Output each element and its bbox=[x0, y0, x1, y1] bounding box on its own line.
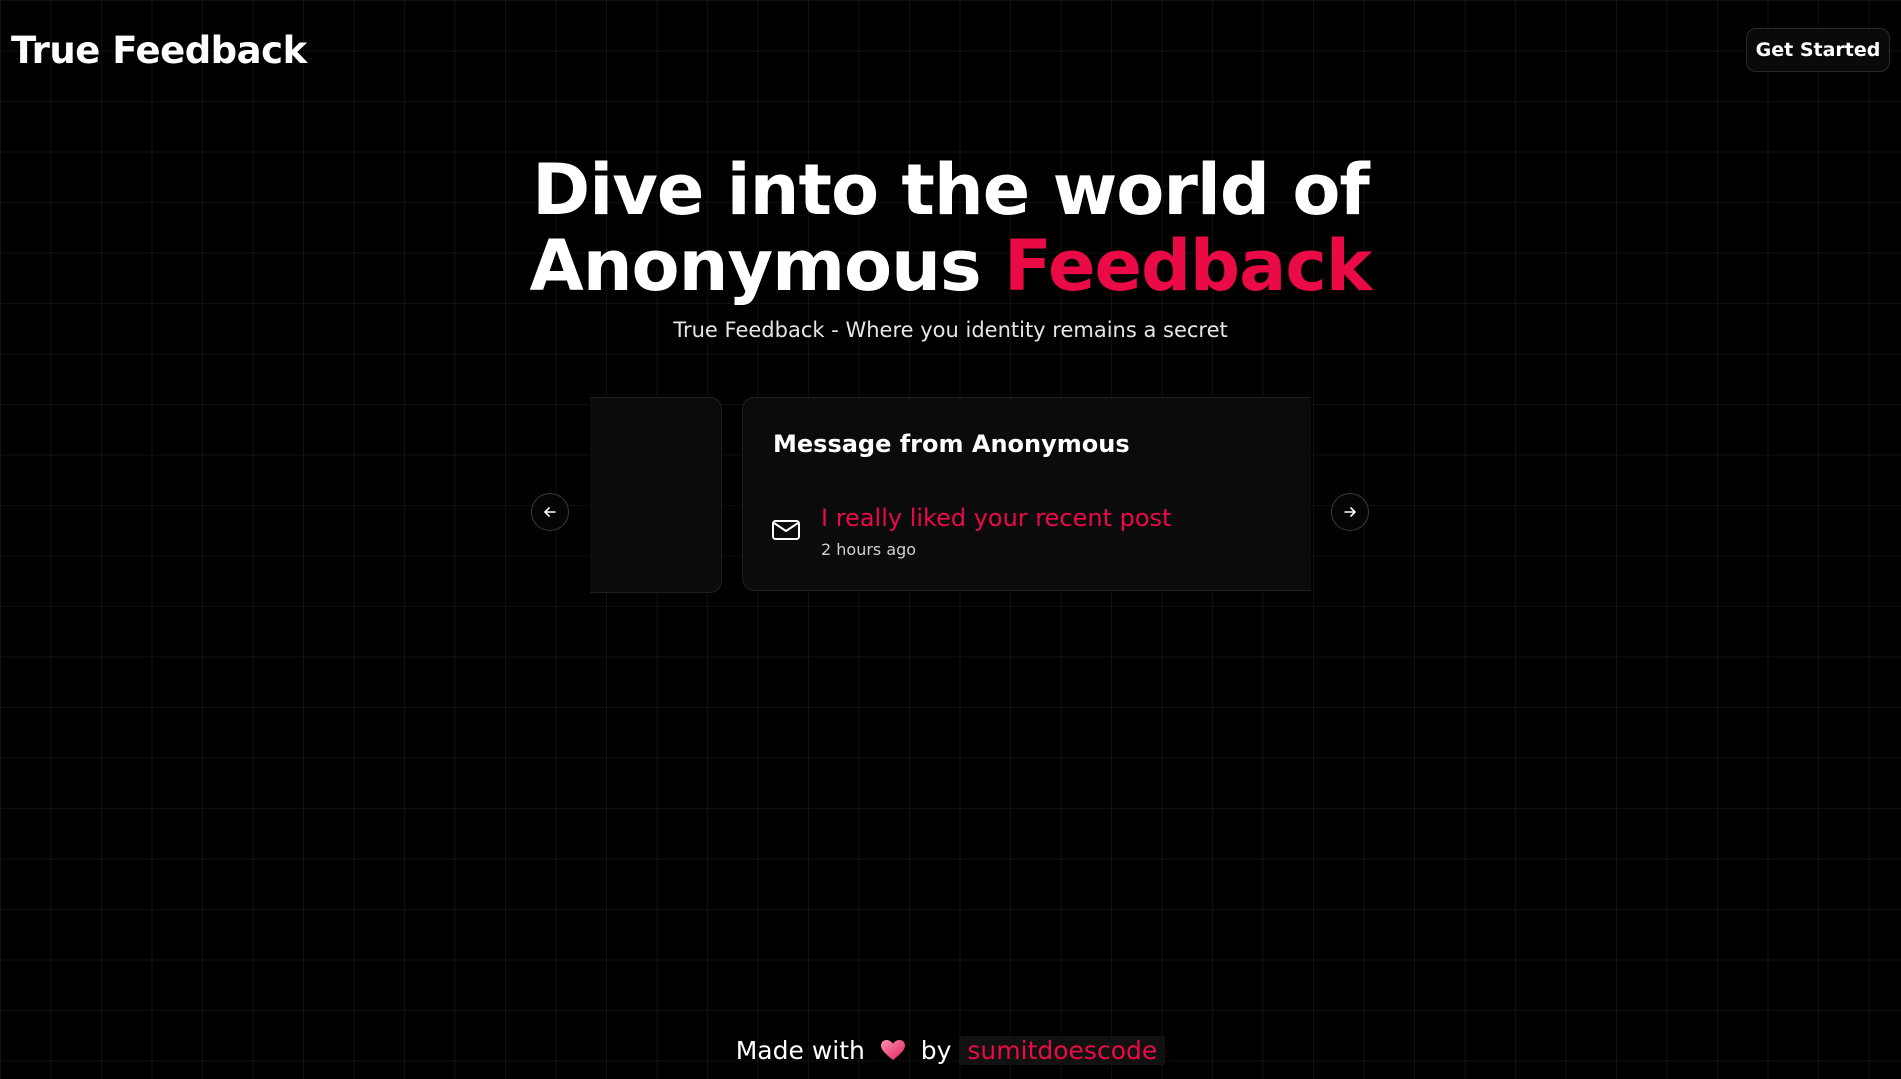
message-text: I really liked your recent post bbox=[821, 504, 1172, 532]
heart-icon bbox=[880, 1040, 905, 1060]
get-started-button[interactable]: Get Started bbox=[1746, 28, 1890, 72]
hero-title-line2-plain: Anonymous bbox=[529, 225, 982, 307]
carousel-prev-button[interactable] bbox=[531, 493, 569, 531]
brand-logo[interactable]: True Feedback bbox=[11, 26, 307, 76]
footer: Made with by sumitdoescode bbox=[0, 1036, 1901, 1065]
hero-title-line1: Dive into the world of bbox=[532, 149, 1370, 231]
hero-title-accent: Feedback bbox=[1004, 225, 1372, 307]
hero-subtitle: True Feedback - Where you identity remai… bbox=[673, 318, 1228, 342]
arrow-right-icon bbox=[1344, 507, 1356, 517]
footer-by: by bbox=[920, 1036, 952, 1065]
message-card: Message from Anonymous I really liked yo… bbox=[742, 397, 1311, 591]
mail-icon bbox=[772, 520, 800, 540]
message-card-title: Message from Anonymous bbox=[773, 430, 1130, 458]
message-time: 2 hours ago bbox=[821, 540, 917, 559]
author-link[interactable]: sumitdoescode bbox=[959, 1036, 1166, 1065]
message-carousel: Message from Anonymous I really liked yo… bbox=[530, 397, 1372, 593]
carousel-card-previous bbox=[590, 397, 722, 593]
footer-prefix: Made with bbox=[735, 1036, 865, 1065]
carousel-next-button[interactable] bbox=[1331, 493, 1369, 531]
arrow-left-icon bbox=[544, 507, 556, 517]
hero-title: Dive into the world of Anonymous Feedbac… bbox=[0, 152, 1901, 304]
hero-section: Dive into the world of Anonymous Feedbac… bbox=[0, 152, 1901, 342]
